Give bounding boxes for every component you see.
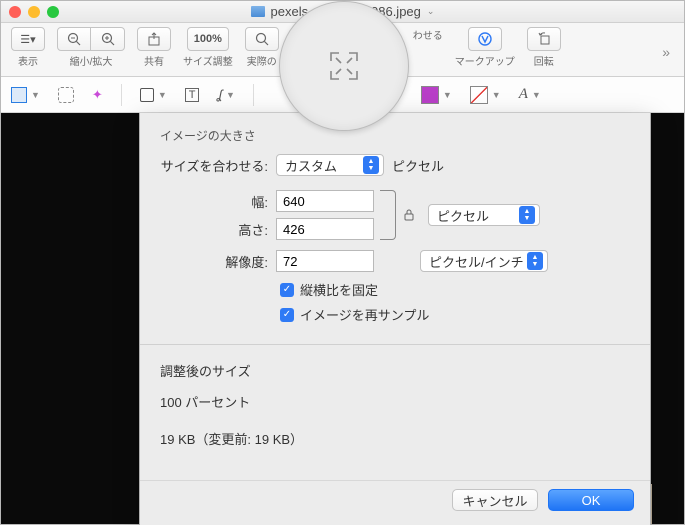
zoom-in-button[interactable] <box>91 27 125 51</box>
shape-tool[interactable]: ▼ <box>140 88 167 102</box>
height-input[interactable] <box>276 218 374 240</box>
link-bracket-icon <box>380 190 396 240</box>
sign-tool[interactable]: ʆ▼ <box>217 87 234 102</box>
view-label: 表示 <box>18 53 38 68</box>
actual-size-button[interactable] <box>245 27 279 51</box>
zoom-out-button[interactable] <box>57 27 91 51</box>
fit-into-value: カスタム <box>285 156 337 175</box>
chevron-down-icon: ▼ <box>158 90 167 100</box>
magnifier-icon <box>255 32 269 46</box>
resize-dialog: イメージの大きさ サイズを合わせる: カスタム ▲▼ ピクセル 幅: <box>139 113 651 525</box>
size-100-button[interactable]: 100% <box>187 27 229 51</box>
size-adjust-label: サイズ調整 <box>183 53 233 68</box>
expand-icon <box>327 49 361 83</box>
chevron-down-icon: ▼ <box>226 90 235 100</box>
result-percent: 100 パーセント <box>160 392 630 411</box>
image-size-heading: イメージの大きさ <box>160 127 630 144</box>
resolution-unit-select[interactable]: ピクセル/インチ ▲▼ <box>420 250 548 272</box>
ok-button[interactable]: OK <box>548 489 634 511</box>
canvas-area: イメージの大きさ サイズを合わせる: カスタム ▲▼ ピクセル 幅: <box>1 113 684 524</box>
width-label: 幅: <box>160 192 268 211</box>
chevron-down-icon[interactable]: ⌄ <box>427 6 435 17</box>
fit-into-select[interactable]: カスタム ▲▼ <box>276 154 384 176</box>
fit-label: わせる <box>413 27 443 42</box>
loupe-overlay <box>279 1 409 131</box>
width-input[interactable] <box>276 190 374 212</box>
markup-group: マークアップ <box>455 27 515 68</box>
dialog-buttons: キャンセル OK <box>140 480 650 525</box>
magic-tool[interactable]: ✦ <box>92 87 103 103</box>
view-group: ☰▾ 表示 <box>11 27 45 68</box>
result-section: 調整後のサイズ 100 パーセント 19 KB（変更前: 19 KB） <box>140 345 650 480</box>
selection-tool[interactable]: ▼ <box>11 87 40 103</box>
app-window: pexels-photo-236086.jpeg ⌄ ☰▾ 表示 縮小/拡大 <box>0 0 685 525</box>
resolution-unit-value: ピクセル/インチ <box>429 252 524 271</box>
zoom-group: 縮小/拡大 <box>57 27 125 68</box>
fit-into-label: サイズを合わせる: <box>160 156 268 175</box>
view-button[interactable]: ☰▾ <box>11 27 45 51</box>
size-group: 100% サイズ調整 <box>183 27 233 68</box>
chevron-down-icon: ▼ <box>31 90 40 100</box>
markup-icon <box>477 31 493 47</box>
resolution-input[interactable] <box>276 250 374 272</box>
result-heading: 調整後のサイズ <box>160 361 630 380</box>
resolution-label: 解像度: <box>160 252 268 271</box>
zoom-out-icon <box>67 32 81 46</box>
share-button[interactable] <box>137 27 171 51</box>
lock-ratio-label: 縦横比を固定 <box>300 280 378 299</box>
select-arrows-icon: ▲▼ <box>527 252 543 270</box>
fit-group: わせる <box>413 27 443 42</box>
cancel-button[interactable]: キャンセル <box>452 489 538 511</box>
share-icon <box>147 32 161 46</box>
toolbar-overflow-button[interactable]: » <box>662 44 674 60</box>
rotate-label: 回転 <box>534 53 554 68</box>
select-arrows-icon: ▲▼ <box>363 156 379 174</box>
resample-label: イメージを再サンプル <box>300 305 429 324</box>
lasso-tool[interactable] <box>58 87 74 103</box>
chevron-down-icon: ▼ <box>492 90 501 100</box>
resample-row: ✓ イメージを再サンプル <box>280 305 630 324</box>
markup-button[interactable] <box>468 27 502 51</box>
rotate-icon <box>537 32 551 46</box>
zoom-label: 縮小/拡大 <box>70 53 113 68</box>
dimension-unit-value: ピクセル <box>437 206 489 225</box>
text-tool[interactable]: T <box>185 88 200 102</box>
file-icon <box>251 6 265 17</box>
actual-label: 実際の <box>247 53 277 68</box>
markup-label: マークアップ <box>455 53 515 68</box>
resample-checkbox[interactable]: ✓ <box>280 308 294 322</box>
height-label: 高さ: <box>160 220 268 239</box>
border-color-tool[interactable]: ▼ <box>421 86 452 104</box>
font-tool[interactable]: A▼ <box>519 86 541 103</box>
share-group: 共有 <box>137 27 171 68</box>
share-label: 共有 <box>144 53 164 68</box>
result-filesize: 19 KB（変更前: 19 KB） <box>160 429 630 448</box>
chevron-down-icon: ▼ <box>443 90 452 100</box>
select-arrows-icon: ▲▼ <box>519 206 535 224</box>
lock-ratio-checkbox[interactable]: ✓ <box>280 283 294 297</box>
lock-icon[interactable] <box>402 208 416 222</box>
fill-color-tool[interactable]: ▼ <box>470 86 501 104</box>
actual-group: 実際の <box>245 27 279 68</box>
zoom-in-icon <box>101 32 115 46</box>
dimension-unit-select[interactable]: ピクセル ▲▼ <box>428 204 540 226</box>
rotate-group: 回転 <box>527 27 561 68</box>
fit-unit-label: ピクセル <box>392 156 444 175</box>
rotate-button[interactable] <box>527 27 561 51</box>
chevron-down-icon: ▼ <box>532 90 541 100</box>
lock-ratio-row: ✓ 縦横比を固定 <box>280 280 630 299</box>
